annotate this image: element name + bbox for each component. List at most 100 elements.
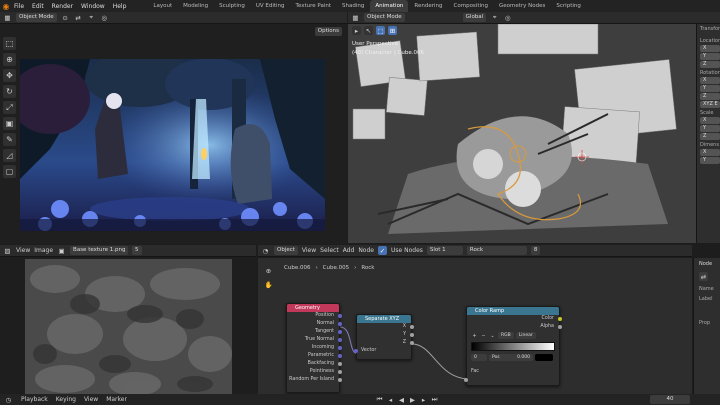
dimensions-y-field[interactable]: Y <box>700 157 720 164</box>
color-mode-dropdown[interactable]: RGB <box>498 332 514 339</box>
rotation-y-field[interactable]: Y <box>700 85 720 92</box>
socket[interactable] <box>410 341 414 345</box>
tab-uv-editing[interactable]: UV Editing <box>251 0 290 12</box>
menu-window[interactable]: Window <box>81 3 105 10</box>
object-mode-dropdown[interactable]: Object Mode <box>364 13 405 22</box>
menu-render[interactable]: Render <box>52 3 73 10</box>
add-cube-tool-icon[interactable]: ▢ <box>3 165 16 178</box>
marker-menu[interactable]: Marker <box>106 396 127 403</box>
separate-xyz-node[interactable]: Separate XYZ X Y Z Vector <box>354 314 414 360</box>
move-tool-icon[interactable]: ✥ <box>3 69 16 82</box>
socket[interactable] <box>338 314 342 318</box>
dimensions-x-field[interactable]: X <box>700 149 720 156</box>
tab-geometry-nodes[interactable]: Geometry Nodes <box>494 0 550 12</box>
timeline-type-icon[interactable]: ◷ <box>4 395 13 404</box>
location-y-field[interactable]: Y <box>700 53 720 60</box>
image-editor-type-icon[interactable]: ▨ <box>3 246 12 255</box>
play-reverse-icon[interactable]: ◀ <box>397 395 406 404</box>
tab-shading[interactable]: Shading <box>337 0 369 12</box>
tab-rendering[interactable]: Rendering <box>409 0 447 12</box>
scale-x-field[interactable]: X <box>700 117 720 124</box>
annotate-tool-icon[interactable]: ✎ <box>3 133 16 146</box>
view-icon[interactable]: ⊙ <box>61 13 70 22</box>
jump-end-icon[interactable]: ⏭ <box>430 395 439 404</box>
node-add-menu[interactable]: Add <box>343 247 355 254</box>
ramp-menu-icon[interactable]: ⌄ <box>489 332 496 339</box>
stop-color-swatch[interactable] <box>535 354 553 361</box>
add-stop-icon[interactable]: + <box>471 332 478 339</box>
measure-tool-icon[interactable]: ◿ <box>3 149 16 162</box>
image-name-field[interactable]: Base texture 1.png <box>70 246 129 255</box>
jump-start-icon[interactable]: ⏮ <box>375 395 384 404</box>
options-dropdown[interactable]: Options <box>314 27 342 36</box>
select-extend-icon[interactable]: ⊞ <box>388 26 397 35</box>
socket[interactable] <box>558 325 562 329</box>
tab-sculpting[interactable]: Sculpting <box>214 0 250 12</box>
stop-position-field[interactable]: Pos 0.000 <box>489 354 533 361</box>
image-browse-icon[interactable]: ▣ <box>57 246 66 255</box>
blender-logo-icon[interactable]: ◉ <box>0 0 12 12</box>
menu-file[interactable]: File <box>14 3 24 10</box>
snap-icon[interactable]: ⌖ <box>87 13 96 22</box>
socket[interactable] <box>338 322 342 326</box>
proportional-icon[interactable]: ◎ <box>100 13 109 22</box>
scale-y-field[interactable]: Y <box>700 125 720 132</box>
timeline-view-menu[interactable]: View <box>84 396 98 403</box>
prev-keyframe-icon[interactable]: ◂ <box>386 395 395 404</box>
select-box-icon[interactable]: ⬚ <box>376 26 385 35</box>
socket[interactable] <box>338 362 342 366</box>
next-keyframe-icon[interactable]: ▸ <box>419 395 428 404</box>
image-view-menu[interactable]: View <box>16 247 30 254</box>
scale-z-field[interactable]: Z <box>700 133 720 140</box>
use-nodes-checkbox[interactable]: ✓ <box>377 246 387 255</box>
socket[interactable] <box>338 370 342 374</box>
socket[interactable] <box>410 333 414 337</box>
transform-orientation-dropdown[interactable]: Global <box>462 13 487 22</box>
socket[interactable] <box>338 378 342 382</box>
object-mode-dropdown[interactable]: Object Mode <box>16 13 57 22</box>
socket[interactable] <box>338 346 342 350</box>
playback-menu[interactable]: Playback <box>21 396 48 403</box>
socket[interactable] <box>338 338 342 342</box>
tab-texture-paint[interactable]: Texture Paint <box>291 0 337 12</box>
snap-icon[interactable]: ⌖ <box>490 13 499 22</box>
menu-help[interactable]: Help <box>113 3 127 10</box>
play-icon[interactable]: ▸ <box>352 26 361 35</box>
material-users-count[interactable]: 8 <box>530 246 541 255</box>
menu-edit[interactable]: Edit <box>32 3 44 10</box>
node-view-menu[interactable]: View <box>302 247 316 254</box>
scale-tool-icon[interactable]: ⤢ <box>3 101 16 114</box>
editor-type-icon[interactable]: ▦ <box>3 13 12 22</box>
material-name-field[interactable]: Rock <box>466 246 527 255</box>
keying-menu[interactable]: Keying <box>56 396 76 403</box>
node-editor[interactable]: Cube.006 › Cube.005 › Rock ⊕ ✋ Geometry … <box>258 258 692 394</box>
remove-stop-icon[interactable]: − <box>480 332 487 339</box>
select-tool-icon[interactable]: ⬚ <box>3 37 16 50</box>
socket[interactable] <box>338 354 342 358</box>
image-menu[interactable]: Image <box>34 247 53 254</box>
tab-modeling[interactable]: Modeling <box>178 0 213 12</box>
location-z-field[interactable]: Z <box>700 61 720 68</box>
rotation-z-field[interactable]: Z <box>700 93 720 100</box>
node-select-menu[interactable]: Select <box>320 247 339 254</box>
play-icon[interactable]: ▶ <box>408 395 417 404</box>
socket[interactable] <box>464 378 468 382</box>
transform-tool-icon[interactable]: ▣ <box>3 117 16 130</box>
current-frame-field[interactable]: 40 <box>650 395 690 404</box>
slot-dropdown[interactable]: Slot 1 <box>426 246 463 255</box>
rotation-mode-dropdown[interactable]: XYZ E <box>700 101 720 108</box>
socket[interactable] <box>410 325 414 329</box>
node-node-menu[interactable]: Node <box>358 247 374 254</box>
pointer-icon[interactable]: ↖ <box>364 26 373 35</box>
cursor-tool-icon[interactable]: ⊕ <box>3 53 16 66</box>
location-x-field[interactable]: X <box>700 45 720 52</box>
socket[interactable] <box>338 330 342 334</box>
stop-index-field[interactable]: 0 <box>471 354 487 361</box>
transform-pivot-icon[interactable]: ⇄ <box>74 13 83 22</box>
image-editor[interactable]: ▨ View Image ▣ Base texture 1.png 5 <box>0 245 256 394</box>
geometry-node[interactable]: Geometry Position Normal Tangent True No… <box>286 303 342 393</box>
proportional-icon[interactable]: ◎ <box>503 13 512 22</box>
node-sidebar-icon[interactable]: ⇄ <box>699 272 708 281</box>
rotate-tool-icon[interactable]: ↻ <box>3 85 16 98</box>
tab-animation[interactable]: Animation <box>370 0 409 12</box>
